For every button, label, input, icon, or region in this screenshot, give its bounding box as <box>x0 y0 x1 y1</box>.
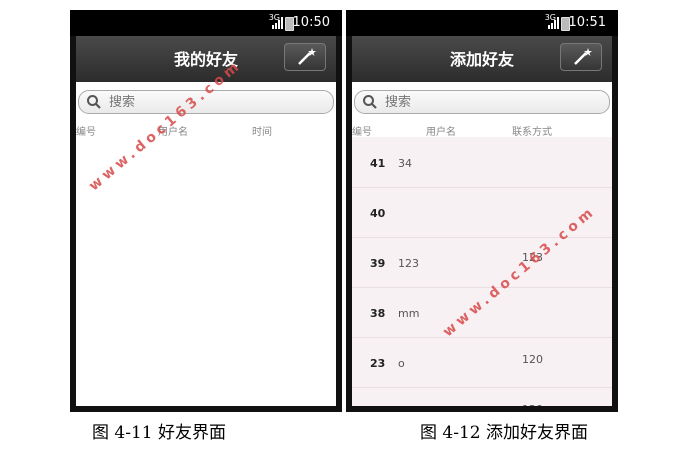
search-icon <box>363 95 377 109</box>
add-friend-content: 编号 用户名 联系方式 41 34 40 39 123 123 38 mm <box>352 82 612 406</box>
row-username: 34 <box>398 157 412 170</box>
header-id: 编号 <box>76 127 96 138</box>
magic-wand-icon <box>298 48 316 65</box>
header-username: 用户名 <box>426 127 456 138</box>
magic-wand-button[interactable] <box>560 43 602 71</box>
row-username: 123 <box>398 257 419 270</box>
list-header: 编号 用户名 联系方式 <box>352 122 612 138</box>
status-bar: 3G 10:50 <box>70 10 342 36</box>
row-id: 41 <box>370 157 386 170</box>
status-time: 10:50 <box>292 15 330 30</box>
row-username: mm <box>398 307 420 320</box>
row-username: o <box>398 357 405 370</box>
row-contact: 120 <box>522 353 543 366</box>
user-list: 41 34 40 39 123 123 38 mm 23 o 120 <box>352 137 612 406</box>
header-time: 时间 <box>252 127 272 138</box>
search-icon <box>87 95 101 109</box>
list-header: 编号 用户名 时间 <box>76 122 336 138</box>
row-id: 40 <box>370 207 386 220</box>
signal-icon <box>272 17 283 29</box>
status-time: 10:51 <box>568 15 606 30</box>
title-bar: 我的好友 <box>76 36 336 83</box>
list-item[interactable]: 23 o 120 <box>352 337 612 388</box>
header-id: 编号 <box>352 127 372 138</box>
magic-wand-button[interactable] <box>284 43 326 71</box>
list-item[interactable]: 39 123 123 <box>352 237 612 288</box>
row-id: 38 <box>370 307 386 320</box>
title-bar: 添加好友 <box>352 36 612 83</box>
phone-screen-add-friend: 3G 10:51 添加好友 编号 用户名 联系方式 <box>346 10 618 412</box>
list-item[interactable]: 41 34 <box>352 137 612 188</box>
list-item[interactable]: 22 1 120 <box>352 387 612 406</box>
row-id: 39 <box>370 257 386 270</box>
status-bar: 3G 10:51 <box>346 10 618 36</box>
friends-content: 编号 用户名 时间 <box>76 82 336 406</box>
search-input[interactable] <box>383 93 587 110</box>
caption-right: 图 4-12 添加好友界面 <box>420 423 588 443</box>
row-id: 23 <box>370 357 386 370</box>
signal-icon <box>548 17 559 29</box>
caption-left: 图 4-11 好友界面 <box>92 423 226 443</box>
search-bar[interactable] <box>354 90 610 114</box>
phone-screen-friends: 3G 10:50 我的好友 编号 用户名 时间 <box>70 10 342 412</box>
header-contact: 联系方式 <box>512 127 552 138</box>
magic-wand-icon <box>574 48 592 65</box>
row-contact: 120 <box>522 403 543 406</box>
